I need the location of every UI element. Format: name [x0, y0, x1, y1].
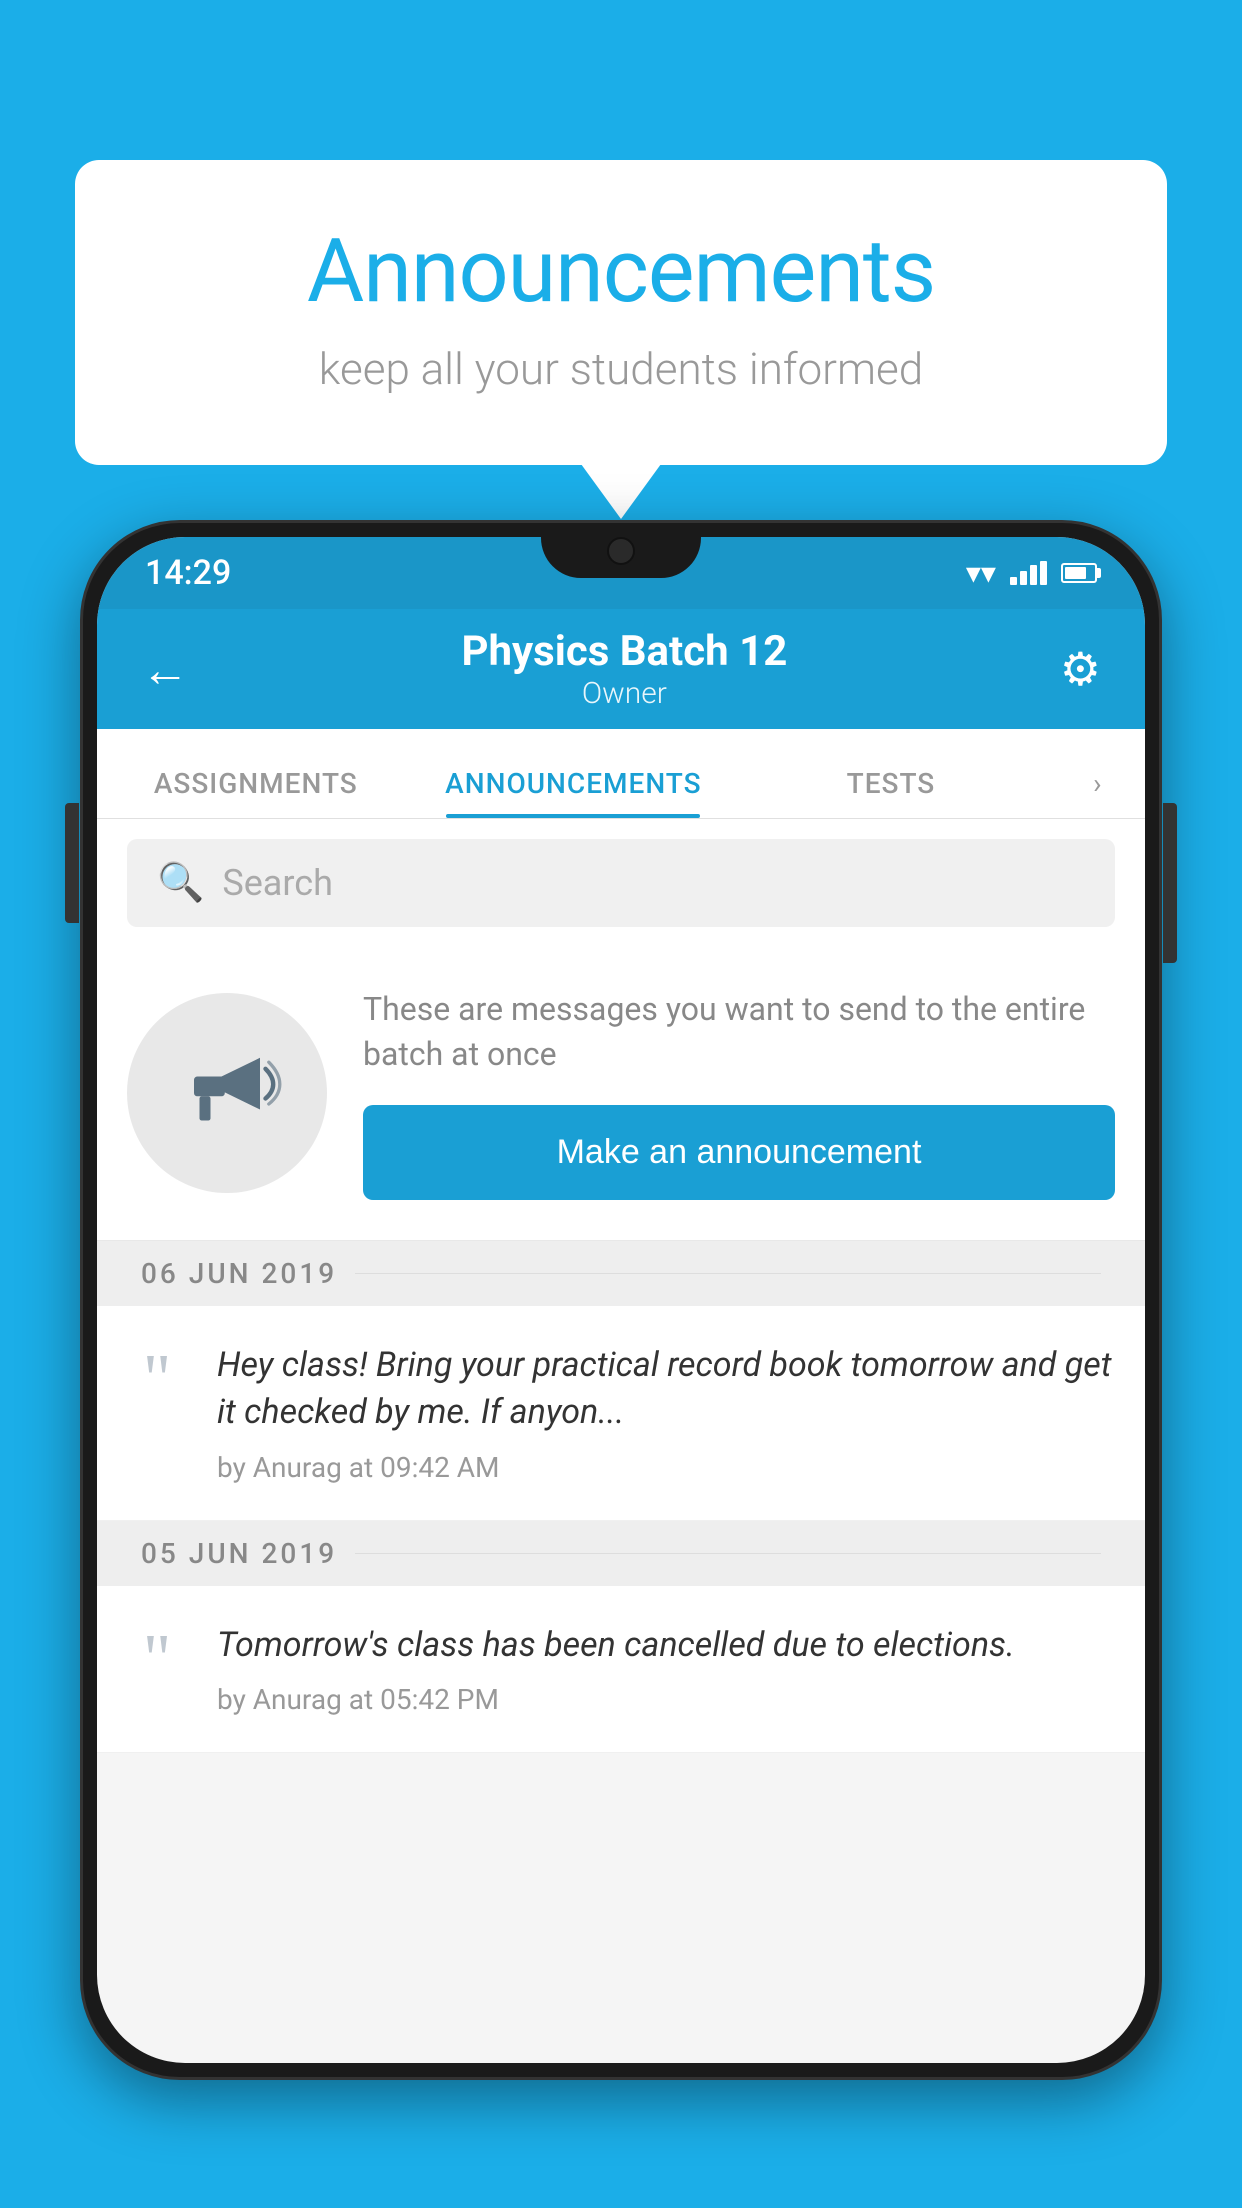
- phone-screen: 14:29 ▾▾ ← Phy: [97, 537, 1145, 2063]
- date-label-2: 05 JUN 2019: [141, 1537, 337, 1570]
- tab-assignments[interactable]: ASSIGNMENTS: [97, 729, 415, 818]
- announcement-item-1[interactable]: " Hey class! Bring your practical record…: [97, 1306, 1145, 1521]
- quote-icon-1: ": [127, 1352, 187, 1408]
- status-icons: ▾▾: [966, 556, 1097, 591]
- notch-camera: [607, 537, 635, 565]
- announcement-content-2: Tomorrow's class has been cancelled due …: [217, 1622, 1115, 1717]
- date-label-1: 06 JUN 2019: [141, 1257, 337, 1290]
- date-line-2: [355, 1553, 1101, 1554]
- tabs-bar: ASSIGNMENTS ANNOUNCEMENTS TESTS ›: [97, 729, 1145, 819]
- date-separator-1: 06 JUN 2019: [97, 1241, 1145, 1306]
- announcement-author-1: by Anurag at 09:42 AM: [217, 1451, 1115, 1484]
- battery-icon: [1061, 563, 1097, 583]
- announcement-item-2[interactable]: " Tomorrow's class has been cancelled du…: [97, 1586, 1145, 1754]
- cta-description: These are messages you want to send to t…: [363, 987, 1115, 1077]
- tab-announcements[interactable]: ANNOUNCEMENTS: [415, 729, 733, 818]
- speech-bubble-container: Announcements keep all your students inf…: [75, 160, 1167, 465]
- announcement-author-2: by Anurag at 05:42 PM: [217, 1683, 1115, 1716]
- search-bar[interactable]: 🔍 Search: [127, 839, 1115, 927]
- back-button[interactable]: ←: [141, 641, 189, 698]
- settings-icon[interactable]: ⚙: [1060, 642, 1101, 697]
- batch-title: Physics Batch 12: [461, 627, 787, 676]
- speech-bubble-title: Announcements: [155, 220, 1087, 323]
- speech-bubble: Announcements keep all your students inf…: [75, 160, 1167, 465]
- app-header: ← Physics Batch 12 Owner ⚙: [97, 609, 1145, 729]
- tab-tests[interactable]: TESTS: [732, 729, 1050, 818]
- header-center: Physics Batch 12 Owner: [461, 627, 787, 711]
- search-container: 🔍 Search: [97, 819, 1145, 947]
- megaphone-circle: [127, 993, 327, 1193]
- date-separator-2: 05 JUN 2019: [97, 1521, 1145, 1586]
- announcement-message-2: Tomorrow's class has been cancelled due …: [217, 1622, 1115, 1670]
- signal-bars-icon: [1010, 561, 1047, 585]
- date-line-1: [355, 1273, 1101, 1274]
- phone-notch: [541, 523, 701, 578]
- battery-fill: [1065, 567, 1086, 579]
- status-time: 14:29: [145, 553, 231, 593]
- announcement-message-1: Hey class! Bring your practical record b…: [217, 1342, 1115, 1437]
- signal-bar-2: [1020, 571, 1027, 585]
- announcement-content-1: Hey class! Bring your practical record b…: [217, 1342, 1115, 1484]
- quote-icon-2: ": [127, 1632, 187, 1688]
- phone-outer: 14:29 ▾▾ ← Phy: [80, 520, 1162, 2080]
- search-icon: 🔍: [157, 861, 204, 905]
- megaphone-icon: [172, 1038, 282, 1148]
- make-announcement-button[interactable]: Make an announcement: [363, 1105, 1115, 1200]
- signal-bar-1: [1010, 577, 1017, 585]
- wifi-icon: ▾▾: [966, 556, 996, 591]
- speech-bubble-subtitle: keep all your students informed: [155, 343, 1087, 395]
- signal-bar-3: [1030, 565, 1037, 585]
- signal-bar-4: [1040, 561, 1047, 585]
- announcement-cta-section: These are messages you want to send to t…: [97, 947, 1145, 1241]
- phone-wrapper: 14:29 ▾▾ ← Phy: [80, 520, 1162, 2208]
- tab-more-icon[interactable]: ›: [1050, 767, 1145, 818]
- cta-right: These are messages you want to send to t…: [363, 987, 1115, 1200]
- batch-role: Owner: [461, 676, 787, 711]
- search-placeholder: Search: [222, 862, 333, 904]
